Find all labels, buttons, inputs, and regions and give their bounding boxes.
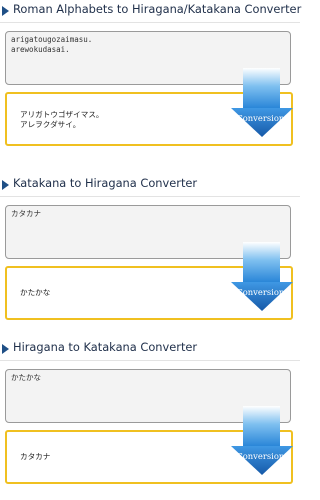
conversion-button-label: Conversion! <box>236 287 288 297</box>
conversion-button-label: Conversion! <box>236 113 288 123</box>
down-arrow-icon <box>231 68 293 137</box>
conversion-button[interactable]: Conversion! <box>231 406 293 476</box>
conversion-button-label: Conversion! <box>236 451 288 461</box>
output-text: かたかな <box>20 288 51 297</box>
down-arrow-icon <box>231 406 293 475</box>
converter-hiragana-to-katakana: Hiragana to Katakana Converter かたかな カタカナ… <box>0 338 300 498</box>
section-header: Roman Alphabets to Hiragana/Katakana Con… <box>0 0 302 23</box>
converter-romaji-to-kana: Roman Alphabets to Hiragana/Katakana Con… <box>0 0 302 160</box>
section-header: Hiragana to Katakana Converter <box>0 338 300 361</box>
section-title: Katakana to Hiragana Converter <box>13 176 198 190</box>
converter-katakana-to-hiragana: Katakana to Hiragana Converter カタカナ かたかな… <box>0 174 300 334</box>
triangle-right-icon <box>2 180 9 190</box>
section-title: Hiragana to Katakana Converter <box>13 340 198 354</box>
output-text: カタカナ <box>20 452 51 461</box>
triangle-right-icon <box>2 6 9 16</box>
conversion-button[interactable]: Conversion! <box>231 68 293 138</box>
section-header: Katakana to Hiragana Converter <box>0 174 300 197</box>
triangle-right-icon <box>2 344 9 354</box>
conversion-button[interactable]: Conversion! <box>231 242 293 312</box>
output-text: アリガトウゴザイマス。 アレヲクダサイ。 <box>20 110 104 129</box>
down-arrow-icon <box>231 242 293 311</box>
section-title: Roman Alphabets to Hiragana/Katakana Con… <box>13 2 302 16</box>
